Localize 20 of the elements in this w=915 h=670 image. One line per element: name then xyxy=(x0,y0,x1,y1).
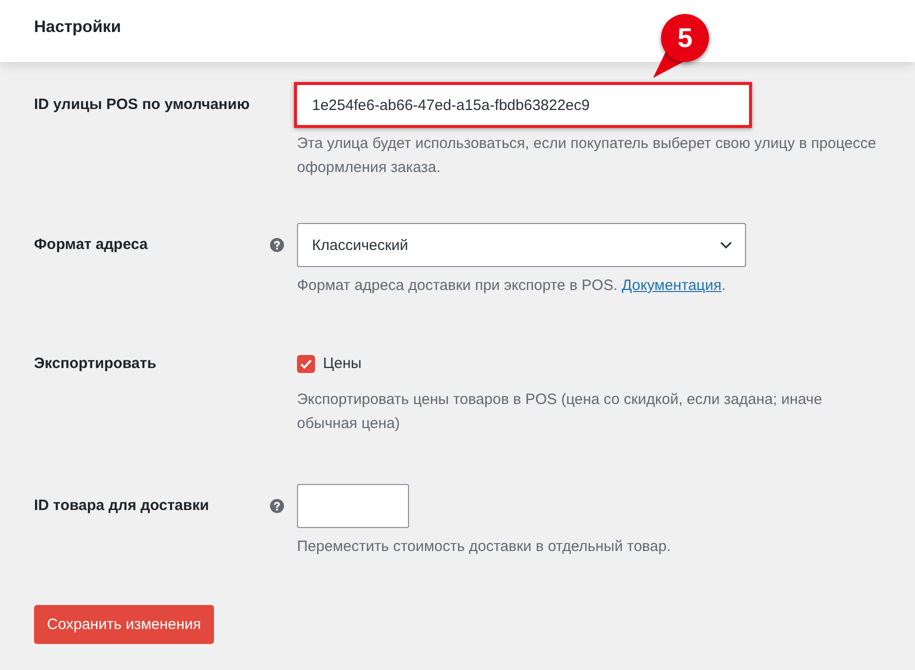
save-button[interactable]: Сохранить изменения xyxy=(34,605,214,644)
checkbox-label[interactable]: Цены xyxy=(323,353,362,375)
field-label: Формат адреса xyxy=(34,235,148,255)
checkbox[interactable] xyxy=(297,355,315,373)
field-label: ID товара для доставки xyxy=(34,496,209,516)
checkmark-icon xyxy=(300,359,312,369)
field-description: Эта улица будет использоваться, если покупатель выберет свою улицу в процессе оформления заказа. xyxy=(297,134,878,178)
field-label: ID улицы POS по умолчанию xyxy=(34,95,250,115)
help-icon[interactable] xyxy=(270,499,284,513)
select-field[interactable]: Классический xyxy=(297,223,746,267)
field-description: Формат адреса доставки при экспорте в POS. Документация. xyxy=(297,276,727,296)
documentation-link[interactable]: Документация xyxy=(622,277,722,294)
help-icon[interactable] xyxy=(270,238,284,252)
input-field[interactable] xyxy=(297,484,409,528)
chevron-down-icon xyxy=(720,241,732,249)
input-field[interactable]: 1e254fe6-ab66-47ed-a15a-fbdb63822ec9 xyxy=(297,85,749,125)
field-description: Переместить стоимость доставки в отдельный товар. xyxy=(297,537,672,557)
field-label: Экспортировать xyxy=(34,354,156,374)
field-description: Экспортировать цены товаров в POS (цена со скидкой, если задана; иначе обычная цена) xyxy=(297,390,824,434)
page-title: Настройки xyxy=(34,17,122,38)
